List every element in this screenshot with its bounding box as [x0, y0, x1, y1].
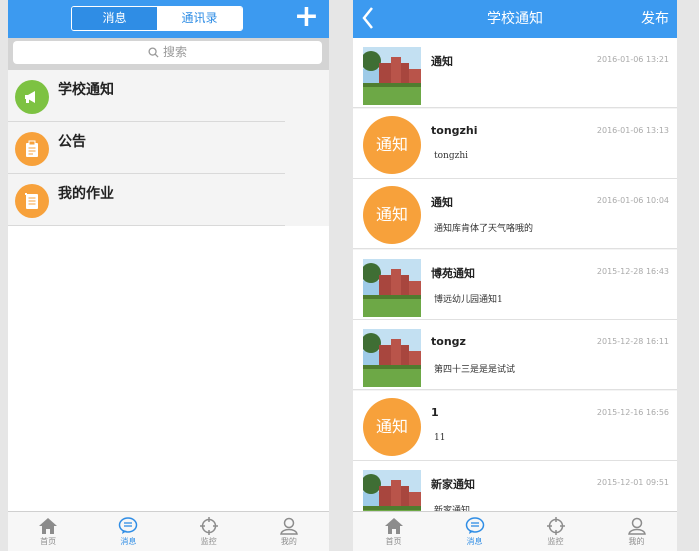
school-notice-screen: 学校通知 发布 通知 2016-01-06 13:21 通知 tongzhi 2016-…	[353, 0, 677, 551]
notice-date: 2015-12-01 09:51	[596, 478, 669, 487]
home-icon	[384, 518, 403, 534]
tab-label: 消息	[466, 537, 483, 546]
tab-monitor[interactable]: 监控	[515, 512, 596, 551]
notice-title: tongzhi	[431, 123, 478, 137]
notice-item[interactable]: tongz 2015-12-28 16:11 第四十三是是是试试	[353, 320, 677, 390]
tab-home[interactable]: 首页	[8, 512, 88, 551]
tab-home[interactable]: 首页	[353, 512, 434, 551]
publish-button[interactable]: 发布	[641, 8, 669, 28]
tab-label: 首页	[385, 537, 402, 546]
list-item-label: 我的作业	[58, 186, 114, 202]
chat-icon	[465, 517, 484, 534]
home-icon	[39, 518, 58, 534]
notice-title: 通知	[431, 55, 453, 68]
notice-badge: 通知	[363, 115, 421, 174]
tab-label: 消息	[120, 537, 137, 546]
list-item-label: 学校通知	[58, 82, 114, 98]
bottom-tab-bar: 首页 消息 监控 我的	[8, 511, 329, 551]
search-input[interactable]: 搜索	[13, 41, 322, 64]
notice-body: 第四十三是是是试试	[434, 365, 516, 375]
search-bar: 搜索	[8, 38, 329, 70]
search-placeholder: 搜索	[162, 45, 187, 59]
crosshair-icon	[199, 517, 218, 535]
notice-item[interactable]: 通知 通知 2016-01-06 10:04 通知库肯体了天气咯哦的	[353, 179, 677, 249]
notice-body: 11	[434, 432, 446, 443]
messages-screen: 消息 通讯录 + 搜索 学校通知 公告 我的作业 首页 消息 监控 我的	[8, 0, 329, 551]
tab-contacts[interactable]: 通讯录	[157, 7, 242, 30]
notice-date: 2015-12-16 16:56	[596, 407, 669, 417]
user-icon	[279, 517, 298, 535]
megaphone-icon	[15, 80, 49, 114]
school-photo-thumbnail	[363, 258, 421, 317]
tab-label: 我的	[280, 537, 297, 546]
tab-messages-bottom[interactable]: 消息	[88, 512, 168, 551]
tab-label: 首页	[40, 537, 57, 546]
page-title: 学校通知	[487, 11, 543, 27]
message-category-list: 学校通知 公告 我的作业	[8, 70, 285, 226]
notice-date: 2016-01-06 13:21	[596, 55, 669, 64]
notice-title: 通知	[431, 196, 453, 209]
segmented-control: 消息 通讯录	[71, 6, 243, 31]
notice-item[interactable]: 通知 2016-01-06 13:21	[353, 38, 677, 108]
plus-icon[interactable]: +	[294, 2, 319, 32]
tab-me[interactable]: 我的	[596, 512, 677, 551]
notebook-icon	[15, 184, 49, 218]
notice-badge: 通知	[363, 397, 421, 456]
tab-monitor[interactable]: 监控	[169, 512, 249, 551]
notice-badge: 通知	[363, 186, 421, 244]
notice-title: 新家通知	[431, 478, 475, 491]
list-item-announcement[interactable]: 公告	[8, 122, 285, 174]
list-item-school-notice[interactable]: 学校通知	[8, 70, 285, 122]
chat-icon	[119, 517, 138, 534]
tab-me[interactable]: 我的	[249, 512, 329, 551]
notice-body: 博远幼儿园通知1	[434, 294, 503, 305]
tab-label: 监控	[200, 537, 217, 546]
school-photo-thumbnail	[363, 329, 421, 387]
notice-date: 2015-12-28 16:11	[596, 337, 669, 346]
tab-label: 监控	[547, 537, 564, 546]
list-item-homework[interactable]: 我的作业	[8, 174, 285, 226]
tab-messages[interactable]: 消息	[72, 7, 157, 30]
messages-header: 消息 通讯录 +	[8, 0, 329, 38]
school-photo-thumbnail	[363, 47, 421, 105]
notice-body: 通知库肯体了天气咯哦的	[434, 224, 534, 234]
notice-item[interactable]: 博苑通知 2015-12-28 16:43 博远幼儿园通知1	[353, 249, 677, 320]
bottom-tab-bar: 首页 消息 监控 我的	[353, 511, 677, 551]
tab-messages-bottom[interactable]: 消息	[434, 512, 515, 551]
user-icon	[627, 517, 646, 535]
notice-item[interactable]: 通知 1 2015-12-16 16:56 11	[353, 390, 677, 461]
empty-area	[8, 226, 329, 511]
notice-header: 学校通知 发布	[353, 0, 677, 38]
notice-date: 2016-01-06 10:04	[596, 196, 669, 205]
notice-title: 1	[431, 405, 439, 419]
notice-title: tongz	[431, 335, 466, 348]
tab-label: 我的	[628, 537, 645, 546]
clipboard-icon	[15, 132, 49, 166]
notice-date: 2016-01-06 13:13	[596, 125, 669, 135]
notice-date: 2015-12-28 16:43	[596, 266, 669, 276]
notice-body: tongzhi	[434, 150, 469, 161]
crosshair-icon	[546, 517, 565, 535]
search-icon	[148, 47, 159, 58]
notice-item[interactable]: 通知 tongzhi 2016-01-06 13:13 tongzhi	[353, 108, 677, 179]
list-item-label: 公告	[58, 134, 86, 150]
notice-title: 博苑通知	[431, 266, 475, 280]
